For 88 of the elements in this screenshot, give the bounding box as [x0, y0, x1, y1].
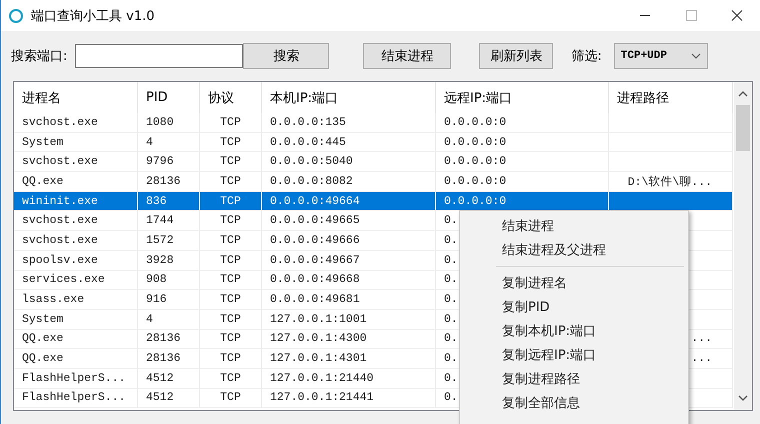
scroll-thumb[interactable] — [736, 105, 750, 151]
table-cell[interactable]: TCP — [200, 290, 262, 310]
table-cell[interactable]: TCP — [200, 250, 262, 270]
table-cell[interactable]: 0.0.0.0:49668 — [262, 270, 436, 290]
table-cell[interactable]: TCP — [200, 330, 262, 350]
table-cell[interactable]: TCP — [200, 113, 262, 133]
menu-item[interactable]: 复制进程名 — [460, 271, 688, 295]
search-button[interactable]: 搜索 — [243, 43, 330, 69]
filter-dropdown[interactable]: TCP+UDP — [614, 43, 708, 69]
table-cell[interactable]: 0.0.0.0:49666 — [262, 231, 436, 251]
table-cell[interactable]: TCP — [200, 152, 262, 172]
refresh-list-button[interactable]: 刷新列表 — [479, 43, 554, 69]
table-cell[interactable]: 0.0.0.0:135 — [262, 113, 436, 133]
table-cell[interactable]: TCP — [200, 349, 262, 369]
app-logo-icon — [9, 8, 23, 22]
table-cell[interactable]: 127.0.0.1:4300 — [262, 330, 436, 350]
table-cell[interactable]: wininit.exe — [14, 192, 138, 212]
table-cell[interactable]: svchost.exe — [14, 152, 138, 172]
table-cell[interactable]: svchost.exe — [14, 231, 138, 251]
table-cell[interactable]: 28136 — [138, 349, 200, 369]
scrollbar[interactable] — [734, 82, 752, 410]
menu-item[interactable]: 复制全部信息 — [460, 391, 688, 415]
search-field[interactable] — [75, 44, 244, 68]
menu-item[interactable]: 复制进程路径 — [460, 367, 688, 391]
column-header[interactable]: 进程路径 — [609, 82, 733, 113]
table-cell[interactable]: 0.0.0.0:0 — [436, 192, 609, 212]
table-cell[interactable]: lsass.exe — [14, 290, 138, 310]
table-cell[interactable]: 908 — [138, 270, 200, 290]
menu-item[interactable]: 复制PID — [460, 295, 688, 319]
table-cell[interactable]: FlashHelperS... — [14, 388, 138, 408]
chevron-down-icon — [690, 53, 701, 59]
menu-item[interactable]: 复制远程IP:端口 — [460, 343, 688, 367]
table-cell[interactable]: spoolsv.exe — [14, 250, 138, 270]
table-cell[interactable]: 4512 — [138, 368, 200, 389]
column-header[interactable]: 本机IP:端口 — [262, 82, 436, 113]
table-cell[interactable]: TCP — [200, 132, 262, 152]
table-cell[interactable]: svchost.exe — [14, 113, 138, 133]
menu-item[interactable]: 复制本机IP:端口 — [460, 319, 688, 343]
table-cell[interactable]: TCP — [200, 388, 262, 408]
table-cell[interactable]: TCP — [200, 192, 262, 212]
window-title: 端口查询小工具 v1.0 — [31, 8, 156, 24]
kill-process-button[interactable]: 结束进程 — [363, 43, 452, 69]
menu-item[interactable]: 结束进程 — [460, 214, 688, 238]
table-cell[interactable]: TCP — [200, 368, 262, 389]
table-cell[interactable]: 127.0.0.1:4301 — [262, 349, 436, 369]
menu-item[interactable]: 结束进程及父进程 — [460, 238, 688, 262]
column-header[interactable]: 协议 — [200, 82, 262, 113]
table-cell[interactable]: 127.0.0.1:21441 — [262, 388, 436, 408]
table-cell[interactable]: 916 — [138, 290, 200, 310]
table-cell[interactable]: 0.0.0.0:0 — [436, 152, 609, 172]
table-cell[interactable]: 127.0.0.1:1001 — [262, 310, 436, 330]
table-cell[interactable]: TCP — [200, 211, 262, 232]
table-cell[interactable]: 4512 — [138, 388, 200, 408]
search-label: 搜索端口: — [11, 48, 68, 65]
table-cell[interactable]: 0.0.0.0:445 — [262, 132, 436, 152]
table-cell[interactable]: svchost.exe — [14, 211, 138, 232]
table-cell[interactable] — [609, 113, 733, 133]
table-cell[interactable]: 1572 — [138, 231, 200, 251]
table-cell[interactable]: 0.0.0.0:49664 — [262, 192, 436, 212]
table-cell[interactable]: 1080 — [138, 113, 200, 133]
table-cell[interactable]: 0.0.0.0:0 — [436, 113, 609, 133]
table-cell[interactable]: TCP — [200, 310, 262, 330]
table-cell[interactable]: 4 — [138, 132, 200, 152]
table-cell[interactable]: TCP — [200, 270, 262, 290]
table-cell[interactable]: TCP — [200, 231, 262, 251]
table-cell[interactable]: QQ.exe — [14, 349, 138, 369]
table-cell[interactable]: 0.0.0.0:49681 — [262, 290, 436, 310]
table-cell[interactable] — [609, 192, 733, 212]
table-cell[interactable]: System — [14, 310, 138, 330]
filter-label: 筛选: — [571, 48, 602, 65]
table-cell[interactable]: 28136 — [138, 330, 200, 350]
table-cell[interactable]: QQ.exe — [14, 330, 138, 350]
table-cell[interactable]: System — [14, 132, 138, 152]
column-header[interactable]: PID — [138, 82, 200, 113]
table-cell[interactable]: 0.0.0.0:49665 — [262, 211, 436, 232]
table-cell[interactable]: 0.0.0.0:5040 — [262, 152, 436, 172]
table-cell[interactable]: 127.0.0.1:21440 — [262, 368, 436, 389]
table-cell[interactable]: 836 — [138, 192, 200, 212]
table-cell[interactable]: 4 — [138, 310, 200, 330]
table-cell[interactable]: 0.0.0.0:49667 — [262, 250, 436, 270]
table-cell[interactable]: services.exe — [14, 270, 138, 290]
column-header[interactable]: 远程IP:端口 — [436, 82, 609, 113]
table-cell[interactable]: 0.0.0.0:0 — [436, 132, 609, 152]
column-header[interactable]: 进程名 — [14, 82, 138, 113]
table-cell[interactable]: 3928 — [138, 250, 200, 270]
table-cell[interactable]: 1744 — [138, 211, 200, 232]
table-cell[interactable]: FlashHelperS... — [14, 368, 138, 389]
table-cell[interactable]: 9796 — [138, 152, 200, 172]
